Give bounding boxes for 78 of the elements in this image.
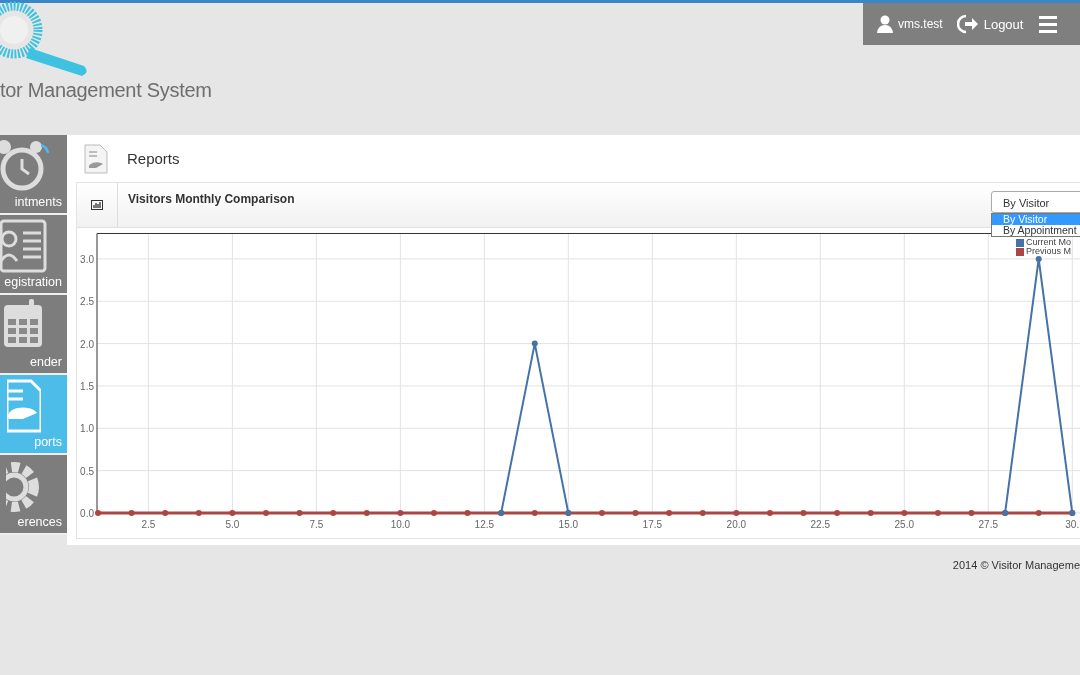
x-tick-label: 7.5	[309, 519, 324, 530]
x-tick-label: 20.0	[726, 519, 747, 530]
data-point	[666, 510, 673, 516]
sidebar-item[interactable]: ports	[0, 375, 67, 455]
data-point	[934, 510, 941, 516]
y-tick-label: 2.5	[80, 296, 94, 308]
copyright-text: 2014 © Visitor Manageme	[952, 559, 1080, 571]
x-tick-label: 27.5	[978, 519, 999, 530]
x-tick-label: 12.5	[474, 519, 495, 530]
data-point	[1035, 255, 1042, 262]
data-point	[867, 510, 874, 516]
logout-icon	[956, 14, 979, 34]
legend-label: Current Mo	[1026, 238, 1071, 247]
sidebar-item[interactable]: ender	[0, 295, 67, 375]
data-point	[195, 510, 202, 516]
data-point	[766, 510, 773, 516]
gear-icon	[5, 459, 42, 515]
y-tick-label: 3.0	[80, 253, 94, 265]
legend-label: Previous M	[1026, 247, 1071, 256]
y-tick-label: 0.5	[80, 465, 94, 477]
user-icon	[877, 15, 893, 33]
x-tick-label: 2.5	[141, 519, 156, 530]
data-point	[363, 510, 370, 516]
x-tick-label: 25.0	[894, 519, 915, 530]
x-tick-label: 30.	[1065, 519, 1080, 530]
sidebar-item[interactable]: intments	[0, 135, 67, 215]
sidebar-label: ports	[34, 435, 62, 449]
report-type-dropdown[interactable]: By Visitor	[991, 191, 1080, 213]
dropdown-option[interactable]: By Appointment	[992, 225, 1080, 236]
panel-title: Visitors Monthly Comparison	[128, 192, 295, 206]
page-title: Reports	[127, 150, 180, 167]
data-point	[800, 510, 807, 516]
data-point	[901, 510, 908, 516]
sidebar-item[interactable]: erences	[0, 455, 67, 535]
data-point	[330, 510, 337, 516]
data-point	[229, 510, 236, 516]
menu-icon[interactable]	[1039, 14, 1058, 34]
data-point	[968, 510, 975, 516]
data-point	[598, 510, 605, 516]
x-tick-label: 5.0	[225, 519, 240, 530]
x-tick-label: 10.0	[390, 519, 411, 530]
sidebar-label: erences	[17, 515, 62, 529]
data-point	[531, 340, 538, 347]
app-name: tor Management System	[0, 79, 212, 102]
sidebar-item[interactable]: egistration	[0, 215, 67, 295]
y-tick-label: 1.5	[80, 380, 94, 392]
data-point	[834, 510, 841, 516]
sidebar-label: intments	[14, 195, 62, 209]
data-point	[632, 510, 639, 516]
data-point	[1035, 510, 1042, 516]
report-icon	[6, 379, 41, 433]
data-point	[430, 510, 437, 516]
dropdown-option[interactable]: By Visitor	[992, 214, 1080, 225]
data-point	[397, 510, 404, 516]
x-tick-label: 22.5	[810, 519, 831, 530]
calendar-icon	[3, 299, 44, 349]
data-point	[296, 510, 303, 516]
y-tick-label: 0.0	[80, 508, 94, 519]
x-tick-label: 17.5	[642, 519, 663, 530]
data-point	[531, 510, 538, 516]
id-card-icon	[0, 219, 49, 273]
user-name[interactable]: vms.test	[898, 17, 943, 31]
alarm-clock-icon	[0, 139, 51, 191]
y-tick-label: 1.0	[80, 423, 94, 435]
data-point	[128, 510, 135, 516]
bar-chart-icon	[91, 200, 103, 210]
data-point	[95, 510, 101, 516]
data-point	[699, 510, 706, 516]
logout-button[interactable]: Logout	[983, 16, 1024, 32]
x-tick-label: 15.0	[558, 519, 579, 530]
data-point	[263, 510, 269, 516]
y-tick-label: 2.0	[80, 338, 94, 350]
sidebar-label: egistration	[4, 275, 62, 289]
data-point	[162, 510, 169, 516]
data-point	[733, 510, 740, 516]
report-icon	[84, 143, 108, 174]
data-point	[464, 510, 471, 516]
sidebar-label: ender	[30, 355, 62, 369]
